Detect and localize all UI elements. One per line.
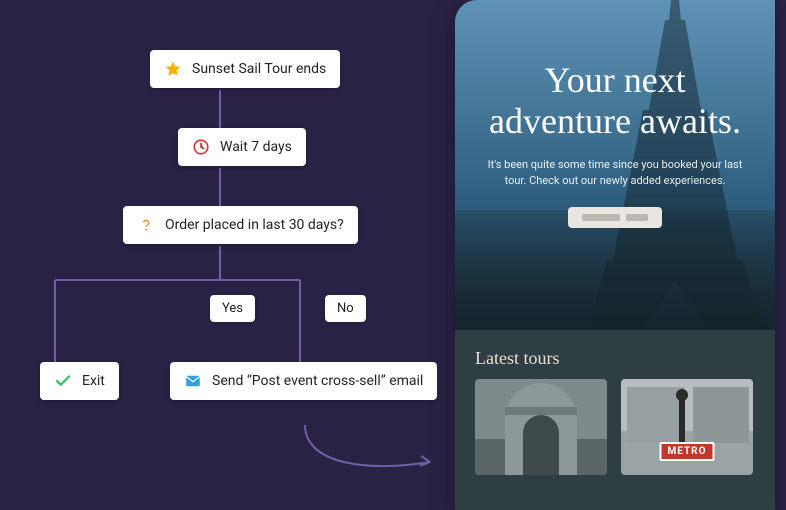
cta-placeholder-bar [626, 214, 648, 221]
flow-node-label: Exit [82, 373, 105, 389]
flow-node-label: Order placed in last 30 days? [165, 217, 344, 233]
tour-grid: METRO [475, 379, 755, 475]
cta-placeholder-bar [582, 214, 620, 221]
branch-label: No [337, 301, 354, 316]
branch-label: Yes [222, 301, 243, 316]
mail-icon [184, 372, 202, 390]
send-arrow [300, 420, 460, 480]
flow-node-label: Wait 7 days [220, 139, 292, 155]
check-icon [54, 372, 72, 390]
arc-de-triomphe-icon [475, 379, 607, 475]
tour-card[interactable] [475, 379, 607, 475]
canvas: Sunset Sail Tour ends Wait 7 days Order … [0, 0, 786, 510]
email-headline: Your next adventure awaits. [479, 60, 751, 143]
flow-node-label: Sunset Sail Tour ends [192, 61, 326, 77]
email-preview: Your next adventure awaits. It's been qu… [455, 0, 775, 510]
email-subcopy: It's been quite some time since you book… [479, 157, 751, 190]
flow-connectors [0, 50, 430, 510]
email-cta-button[interactable] [568, 207, 662, 228]
metro-badge: METRO [660, 442, 715, 461]
clock-icon [192, 138, 210, 156]
email-lower-section: Latest tours [455, 330, 775, 475]
email-hero: Your next adventure awaits. It's been qu… [455, 0, 775, 330]
flow-node-action[interactable]: Send “Post event cross-sell” email [170, 362, 437, 400]
flow-node-start[interactable]: Sunset Sail Tour ends [150, 50, 340, 88]
section-title: Latest tours [475, 348, 755, 369]
flow-node-condition[interactable]: Order placed in last 30 days? [123, 206, 358, 244]
email-hero-text: Your next adventure awaits. It's been qu… [455, 60, 775, 228]
flow-node-exit[interactable]: Exit [40, 362, 119, 400]
branch-chip-yes: Yes [210, 295, 255, 322]
tour-card[interactable]: METRO [621, 379, 753, 475]
question-icon [137, 216, 155, 234]
star-icon [164, 60, 182, 78]
hero-buildings [455, 210, 775, 330]
flow-node-label: Send “Post event cross-sell” email [212, 373, 423, 389]
branch-chip-no: No [325, 295, 366, 322]
flow-node-wait[interactable]: Wait 7 days [178, 128, 306, 166]
